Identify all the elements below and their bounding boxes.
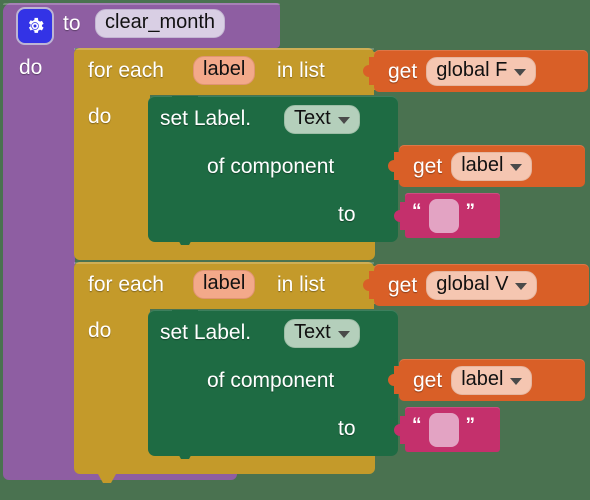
loop2-in-list-label: in list (277, 273, 325, 296)
chevron-down-icon[interactable] (337, 331, 350, 338)
setter1-top-notch (172, 96, 198, 104)
chevron-down-icon[interactable] (510, 163, 523, 171)
get-global-v-plug (363, 271, 375, 299)
chevron-down-icon[interactable] (515, 282, 528, 290)
get-label-1-variable-text: label (461, 153, 504, 176)
get-label-2-variable-field[interactable]: label (451, 365, 533, 395)
get-global-v-block[interactable]: get global V (363, 264, 589, 306)
loop2-highlight (74, 262, 374, 264)
setter2-top-notch (172, 310, 198, 318)
procedure-do-label: do (19, 56, 43, 79)
setter2-prefix: set Label. (160, 321, 252, 344)
loop2-left-column (74, 308, 150, 458)
get-global-v-variable-text: global V (436, 272, 509, 295)
setter2-property-field[interactable]: Text (284, 319, 360, 348)
setter2-of-component-label: of component (207, 369, 335, 392)
text-block-1-open-quote: “ (412, 201, 422, 222)
loop1-highlight (74, 48, 374, 50)
get-global-f-block[interactable]: get global F (363, 50, 588, 92)
procedure-to-keyword: to (63, 12, 81, 35)
get-global-f-variable-text: global F (436, 58, 508, 81)
text-block-2-input[interactable] (428, 412, 459, 447)
get-label-block-2[interactable]: get label (388, 359, 585, 401)
setter1-prefix: set Label. (160, 107, 252, 130)
setter1-of-component-label: of component (207, 155, 335, 178)
setter1-bottom-notch (168, 236, 202, 245)
get-global-f-plug (363, 57, 375, 85)
loop1-left-column (74, 94, 150, 244)
gear-icon[interactable] (16, 7, 54, 45)
text-block-1-plug (394, 202, 406, 230)
get-label-block-1[interactable]: get label (388, 145, 585, 187)
setter1-property-field[interactable]: Text (284, 105, 360, 134)
text-block-2-open-quote: “ (412, 415, 422, 436)
procedure-top-highlight (3, 3, 280, 5)
chevron-down-icon[interactable] (510, 377, 523, 385)
chevron-down-icon[interactable] (514, 68, 527, 76)
blocks-canvas[interactable]: to clear_month do for each label in list… (0, 0, 590, 500)
loop1-for-each-keyword: for each (88, 59, 164, 82)
loop1-variable-field[interactable]: label (193, 56, 256, 85)
setter1-to-label: to (338, 203, 356, 226)
chevron-down-icon[interactable] (337, 117, 350, 124)
get-label-2-plug (388, 366, 400, 394)
loop2-do-label: do (88, 319, 112, 342)
loop1-in-list-label: in list (277, 59, 325, 82)
get-label-1-keyword: get (413, 154, 443, 178)
get-global-v-variable-field[interactable]: global V (426, 270, 538, 300)
get-global-f-variable-field[interactable]: global F (426, 56, 537, 86)
get-label-2-keyword: get (413, 368, 443, 392)
get-label-2-variable-text: label (461, 367, 504, 390)
setter2-to-label: to (338, 417, 356, 440)
text-block-2-close-quote: ” (465, 415, 476, 436)
get-global-v-keyword: get (388, 273, 418, 297)
text-block-2-plug (394, 416, 406, 444)
text-string-block-2[interactable]: “ ” (394, 407, 500, 452)
loop2-for-each-keyword: for each (88, 273, 164, 296)
text-block-1-close-quote: ” (465, 201, 476, 222)
get-label-1-variable-field[interactable]: label (451, 151, 533, 181)
text-string-block-1[interactable]: “ ” (394, 193, 500, 238)
loop1-do-label: do (88, 105, 112, 128)
setter2-property-text: Text (294, 321, 331, 343)
text-block-1-input[interactable] (428, 198, 459, 233)
setter2-bottom-notch (168, 450, 202, 459)
setter1-property-text: Text (294, 107, 331, 129)
get-label-1-plug (388, 152, 400, 180)
get-global-f-keyword: get (388, 59, 418, 83)
loop2-variable-field[interactable]: label (193, 270, 256, 299)
loop2-bottom-notch (90, 474, 124, 483)
procedure-name-field[interactable]: clear_month (95, 9, 226, 38)
